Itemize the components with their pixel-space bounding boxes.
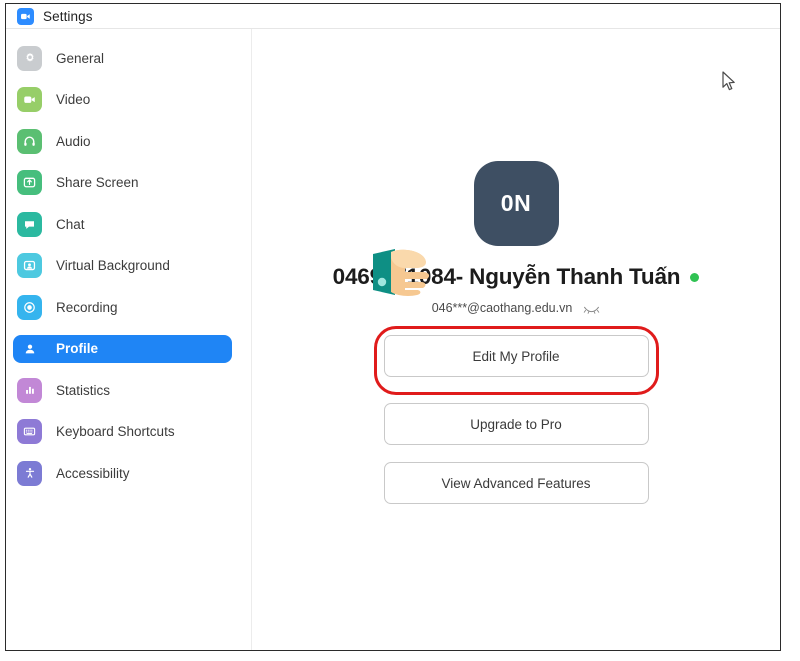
- sidebar-item-label: Share Screen: [56, 175, 139, 190]
- profile-panel: 0N 0469171084- Nguyễn Thanh Tuấn 046***@…: [252, 29, 780, 650]
- profile-email-row: 046***@caothang.edu.vn: [432, 301, 601, 315]
- view-advanced-features-button[interactable]: View Advanced Features: [384, 462, 649, 504]
- edit-my-profile-button[interactable]: Edit My Profile: [384, 335, 649, 377]
- sidebar-item-share-screen[interactable]: Share Screen: [13, 169, 233, 197]
- sidebar-item-label: Accessibility: [56, 466, 130, 481]
- sidebar-item-statistics[interactable]: Statistics: [13, 376, 233, 404]
- share-screen-icon: [17, 170, 42, 195]
- settings-body: General Video Audio Share Screen: [6, 29, 780, 650]
- sidebar-item-virtual-background[interactable]: Virtual Background: [13, 252, 233, 280]
- keyboard-icon: [17, 419, 42, 444]
- upgrade-to-pro-button[interactable]: Upgrade to Pro: [384, 403, 649, 445]
- sidebar-item-label: General: [56, 51, 104, 66]
- pointing-right-hand-icon: [365, 232, 441, 308]
- sidebar-item-keyboard-shortcuts[interactable]: Keyboard Shortcuts: [13, 418, 233, 446]
- sidebar-item-accessibility[interactable]: Accessibility: [13, 459, 233, 487]
- sidebar-item-profile[interactable]: Profile: [13, 335, 232, 363]
- sidebar-item-label: Chat: [56, 217, 85, 232]
- sidebar-item-audio[interactable]: Audio: [13, 127, 233, 155]
- settings-sidebar: General Video Audio Share Screen: [6, 29, 252, 650]
- sidebar-item-label: Audio: [56, 134, 91, 149]
- sidebar-item-chat[interactable]: Chat: [13, 210, 233, 238]
- sidebar-item-label: Statistics: [56, 383, 110, 398]
- gear-icon: [17, 46, 42, 71]
- sidebar-item-recording[interactable]: Recording: [13, 293, 233, 321]
- virtual-background-icon: [17, 253, 42, 278]
- sidebar-item-video[interactable]: Video: [13, 86, 233, 114]
- zoom-video-icon: [17, 8, 34, 25]
- window-title-bar: Settings: [6, 4, 780, 29]
- chat-bubble-icon: [17, 212, 42, 237]
- settings-window: Settings General Video Audio: [5, 3, 781, 651]
- profile-email: 046***@caothang.edu.vn: [432, 301, 573, 315]
- sidebar-item-label: Profile: [56, 341, 98, 356]
- video-camera-icon: [17, 87, 42, 112]
- bar-chart-icon: [17, 378, 42, 403]
- sidebar-item-label: Recording: [56, 300, 118, 315]
- sidebar-item-label: Video: [56, 92, 90, 107]
- arrow-cursor-icon: [722, 71, 736, 92]
- avatar[interactable]: 0N: [474, 161, 559, 246]
- window-title: Settings: [43, 9, 93, 24]
- headphones-icon: [17, 129, 42, 154]
- sidebar-item-label: Virtual Background: [56, 258, 170, 273]
- sidebar-item-general[interactable]: General: [13, 44, 233, 72]
- sidebar-item-label: Keyboard Shortcuts: [56, 424, 175, 439]
- profile-summary: 0N 0469171084- Nguyễn Thanh Tuấn 046***@…: [252, 161, 780, 521]
- person-icon: [17, 336, 42, 361]
- edit-profile-highlight-wrapper: Edit My Profile: [374, 326, 659, 403]
- accessibility-icon: [17, 461, 42, 486]
- recording-icon: [17, 295, 42, 320]
- status-badge: [690, 273, 699, 282]
- profile-actions: Edit My Profile Upgrade to Pro View Adva…: [384, 335, 649, 521]
- eye-slash-icon[interactable]: [583, 303, 600, 314]
